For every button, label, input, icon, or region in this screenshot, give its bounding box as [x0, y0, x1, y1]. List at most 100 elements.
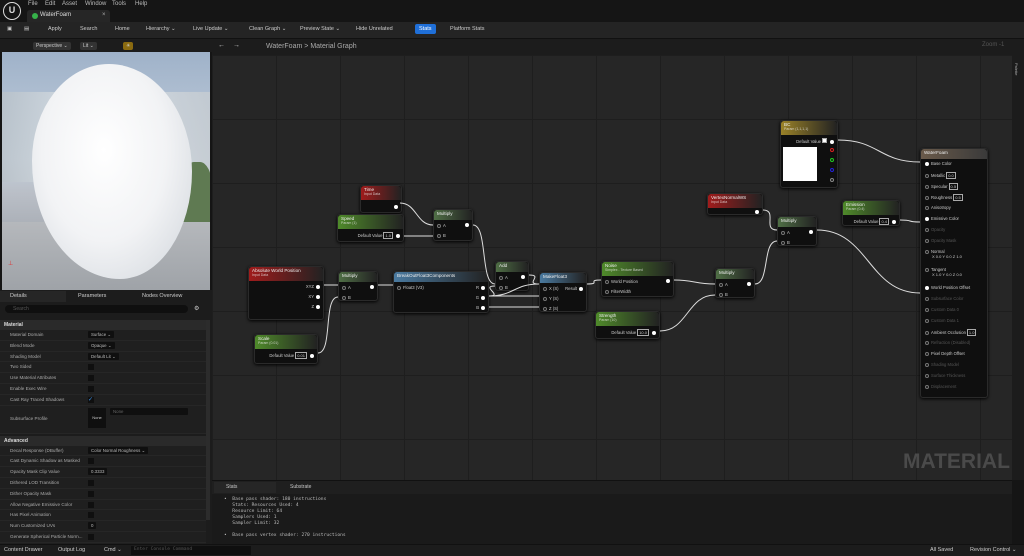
pin-default-value[interactable]: 0.5 [953, 194, 963, 201]
menu-help[interactable]: Help [135, 1, 147, 7]
material-input-pin[interactable]: Specular 0.5 [923, 183, 959, 190]
input-pin[interactable]: Float3 (V3) [395, 285, 424, 290]
pin-dot-icon[interactable] [499, 285, 503, 290]
node-vnws[interactable]: VertexNormalWS Input Data [707, 193, 763, 215]
node-awp[interactable]: Absolute World Position Input Data XYZ XY Z [248, 266, 324, 320]
checkbox[interactable] [88, 501, 94, 508]
pin-dot-icon[interactable] [925, 195, 929, 200]
pin-dot-icon[interactable] [781, 230, 785, 235]
node-header[interactable]: Multiply [716, 269, 754, 279]
output-pin-icon[interactable] [465, 223, 469, 227]
toolbar-apply-button[interactable]: Apply [48, 26, 62, 32]
node-emission[interactable]: Emission Param (0.4) Default Value 0.4 [842, 200, 900, 226]
node-header[interactable]: Emission Param (0.4) [843, 201, 899, 215]
section-advanced_section[interactable]: Advanced [0, 435, 206, 446]
material-input-pin[interactable]: Surface Thickness [923, 373, 965, 378]
pin-dot-icon[interactable] [310, 353, 314, 358]
material-input-pin[interactable]: Opacity [923, 227, 945, 232]
checkbox[interactable] [88, 375, 94, 382]
pin-dot-icon[interactable] [830, 139, 834, 144]
output-pin-icon[interactable] [755, 210, 759, 214]
palette-tab[interactable]: Palette [1014, 63, 1019, 75]
pin-dot-icon[interactable] [925, 318, 929, 323]
preview-viewport[interactable]: ⊥ [2, 52, 210, 290]
pin-dot-icon[interactable] [605, 279, 609, 284]
output-pin-icon[interactable] [521, 275, 525, 279]
input-pin[interactable]: A [435, 223, 446, 228]
node-speed[interactable]: Speed Param (1) Default Value 1.0 [337, 214, 404, 242]
node-header[interactable]: VertexNormalWS Input Data [708, 194, 762, 208]
unreal-logo-icon[interactable]: U [3, 2, 21, 20]
output-pin[interactable]: XYZ [306, 284, 322, 289]
tab-substrate[interactable]: Substrate [290, 484, 311, 490]
output-pin-icon[interactable] [370, 285, 374, 289]
pin-dot-icon[interactable] [925, 173, 929, 178]
pin-dot-icon[interactable] [481, 295, 485, 300]
output-log-button[interactable]: Output Log [58, 547, 85, 553]
settings-icon[interactable]: ⚙ [194, 305, 199, 312]
node-header[interactable]: Speed Param (1) [338, 215, 403, 229]
default-value-input[interactable]: 0.4 [879, 218, 889, 225]
material-input-pin[interactable]: Displacement [923, 384, 956, 389]
pin-dot-icon[interactable] [437, 223, 441, 228]
pin-dot-icon[interactable] [437, 233, 441, 238]
tab-waterfoam[interactable]: WaterFoam × [27, 10, 110, 22]
lit-button[interactable]: Lit ⌄ [80, 42, 97, 50]
checkbox[interactable] [88, 458, 94, 465]
output-pin[interactable]: Z [311, 304, 322, 309]
input-pin[interactable]: B [435, 233, 446, 238]
pin-dot-icon[interactable] [925, 307, 929, 312]
node-add[interactable]: Add A B [495, 261, 529, 291]
node-header[interactable]: BreakOutFloat3Components [394, 272, 488, 282]
pin-dot-icon[interactable] [925, 296, 929, 301]
property-value[interactable]: Opaque ⌄ [88, 341, 115, 349]
node-header[interactable]: Time Input Data [361, 186, 401, 200]
checkbox[interactable] [88, 364, 94, 371]
material-graph-canvas[interactable]: Time Input Data Speed Param (1) Default Valu… [212, 55, 1012, 480]
pin-dot-icon[interactable] [925, 161, 929, 166]
default-value-input[interactable] [822, 138, 827, 143]
material-input-pin[interactable]: Custom Data 0 [923, 307, 959, 312]
material-input-pin[interactable]: Refraction (Disabled) [923, 340, 970, 345]
pin-dot-icon[interactable] [892, 219, 896, 224]
details-search-input[interactable]: Search [5, 305, 188, 313]
pin-dot-icon[interactable] [925, 205, 929, 210]
breadcrumb-asset[interactable]: WaterFoam [266, 43, 302, 50]
save-icon[interactable]: ▣ [7, 26, 12, 32]
pin-dot-icon[interactable] [481, 305, 485, 310]
pin-default-value[interactable]: X 0.0 Y 0.0 Z 1.0 [931, 254, 963, 259]
back-icon[interactable]: ← [218, 42, 225, 49]
node-header[interactable]: Multiply [778, 217, 816, 227]
output-pin-icon[interactable] [809, 230, 813, 234]
property-value[interactable]: 0.3333 [88, 468, 108, 476]
menu-asset[interactable]: Asset [62, 1, 77, 7]
pin-dot-icon[interactable] [342, 295, 346, 300]
breadcrumb-graph[interactable]: Material Graph [310, 43, 356, 50]
pin-dot-icon[interactable] [925, 330, 929, 335]
toolbar-search-button[interactable]: Search [80, 26, 97, 32]
pin-dot-icon[interactable] [605, 289, 609, 294]
default-value-input[interactable]: 10.0 [637, 329, 649, 336]
output-pin[interactable]: Result [565, 286, 585, 291]
node-header[interactable]: WaterFoam [921, 149, 987, 159]
menu-edit[interactable]: Edit [45, 1, 55, 7]
property-value[interactable]: Color Normal Roughness ⌄ [88, 446, 149, 454]
pin-dot-icon[interactable] [925, 184, 929, 189]
pin-dot-icon[interactable] [925, 238, 929, 243]
input-pin[interactable]: A [779, 230, 790, 235]
pin-default-value[interactable]: 0.0 [946, 172, 956, 179]
pin-dot-icon[interactable] [925, 267, 929, 272]
channel-pin-icon[interactable] [830, 148, 834, 152]
channel-pin-icon[interactable] [830, 158, 834, 162]
stats-button[interactable]: Stats [415, 24, 436, 34]
checkbox[interactable] [88, 534, 94, 540]
input-pin[interactable]: X (S) [541, 286, 559, 291]
pin-dot-icon[interactable] [579, 286, 583, 291]
pin-dot-icon[interactable] [543, 286, 547, 291]
tab-details[interactable]: Details [0, 291, 66, 302]
node-bc[interactable]: BC Param (1,1,1,1) Default Value [780, 120, 838, 188]
node-header[interactable]: Multiply [339, 272, 377, 282]
pin-dot-icon[interactable] [396, 233, 400, 238]
material-input-pin[interactable]: Shading Model [923, 362, 959, 367]
pin-dot-icon[interactable] [925, 340, 929, 345]
